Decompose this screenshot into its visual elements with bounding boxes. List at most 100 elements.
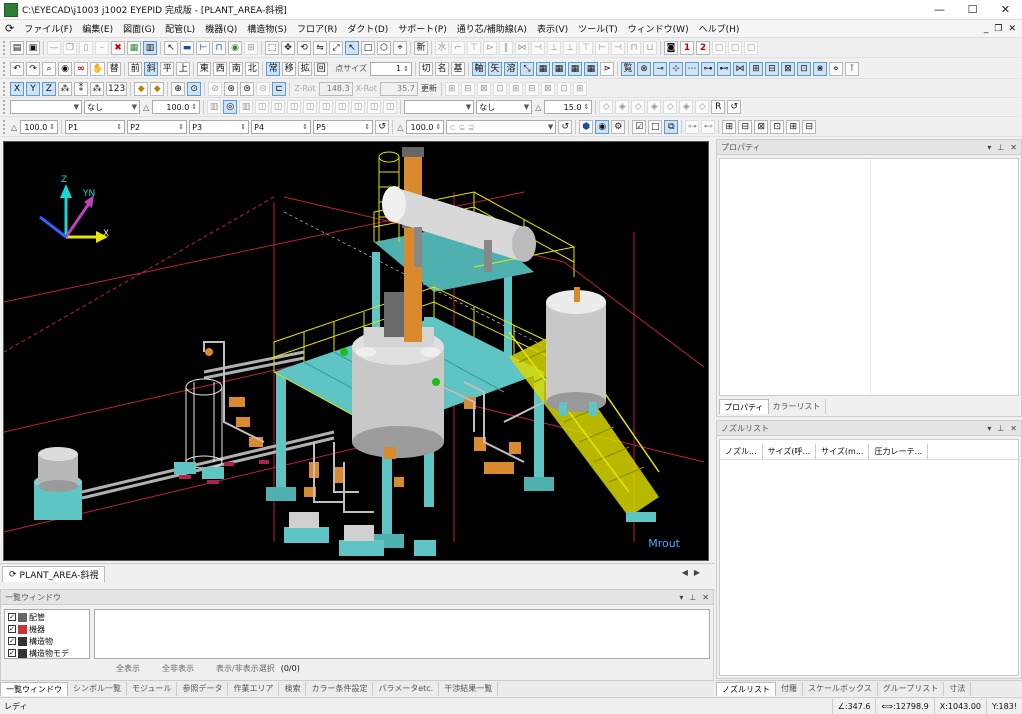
zrot-field[interactable]: 148.3 [318,81,353,96]
pipe-run-icon[interactable]: ⊢ [196,41,210,55]
tool-d-icon[interactable]: ⊟ [738,120,753,134]
marker-icon[interactable]: ⋗ [599,61,614,76]
checkbox[interactable]: ✓ [8,649,16,657]
tag-c-icon[interactable]: ⁂ [90,81,104,96]
toolbar-grip[interactable] [3,81,7,96]
nozzle-table[interactable]: ノズル... サイズ(呼... サイズ(m... 圧力レーテ... [719,439,1019,676]
tab-search[interactable]: 検索 [279,681,307,696]
cap-icon[interactable]: ⊣ [531,41,545,55]
scale2-spinner[interactable]: 100.0 ⇕ [406,120,445,134]
branch-icon[interactable]: ⊥ [547,41,561,55]
color-f-icon[interactable]: ◫ [287,100,302,114]
color-e-icon[interactable]: ◫ [271,100,286,114]
reducer-icon[interactable]: ⊳ [483,41,497,55]
panel-close-icon[interactable]: ✕ [1010,143,1017,152]
tool-a-icon[interactable]: ⊶ [685,120,700,134]
tab-next-icon[interactable]: ▶ [694,568,706,577]
tool-f-icon[interactable]: ⊡ [770,120,785,134]
tool-h-icon[interactable]: ⊟ [802,120,817,134]
tree-item-piping[interactable]: ✓ 配管 [8,611,86,623]
color-a-icon[interactable]: ▥ [207,100,222,114]
menu-duct[interactable]: ダクト(D) [342,22,393,35]
duct-icon[interactable]: ◉ [228,41,242,55]
element-list[interactable] [94,609,710,659]
dim-e-icon[interactable]: ▦ [583,61,598,76]
render-icon[interactable]: ◉ [595,120,610,134]
p3-field[interactable]: P3 ⇕ [189,120,250,134]
axis-x-icon[interactable]: X [10,81,24,96]
text-d-icon[interactable]: ◈ [647,100,662,114]
cut-button[interactable]: 切 [418,61,433,76]
annot-e-icon[interactable]: ⋯ [684,61,699,76]
tool-c-icon[interactable]: ⊞ [722,120,737,134]
tab-scale-box[interactable]: スケールボックス [803,681,878,696]
tree-item-structure-model[interactable]: ✓ 構造物モデ [8,647,86,658]
color-k-icon[interactable]: ◫ [367,100,382,114]
size-spinner[interactable]: 100.0 ⇕ [152,100,201,114]
base-button[interactable]: 基 [450,61,465,76]
tab-work-area[interactable]: 作業エリア [228,681,280,696]
support-a-icon[interactable]: ⊥ [563,41,577,55]
cursor-icon[interactable]: ⌖ [393,41,407,55]
move-mode-button[interactable]: 移 [282,61,297,76]
support-f-icon[interactable]: ⊔ [643,41,657,55]
select-arrow-icon[interactable]: ↖ [345,41,359,55]
redo-icon[interactable]: ↷ [26,61,40,76]
zoom-icon[interactable]: ⌕ [42,61,56,76]
tab-color-list[interactable]: カラーリスト [769,399,826,414]
p4-field[interactable]: P4 ⇕ [251,120,312,134]
checkbox[interactable]: ✓ [8,637,16,645]
annot-n-icon[interactable]: ⋄ [828,61,843,76]
box-3d-icon[interactable]: ⬡ [377,41,391,55]
dim-d-icon[interactable]: ▦ [567,61,582,76]
annot-d-icon[interactable]: ⊹ [668,61,683,76]
menu-file[interactable]: ファイル(F) [19,22,77,35]
annot-b-icon[interactable]: ⊗ [636,61,651,76]
panel-dropdown-icon[interactable]: ▾ [987,143,991,152]
axis-z-icon[interactable]: Z [42,81,56,96]
annot-o-icon[interactable]: ⊺ [844,61,859,76]
p5-field[interactable]: P5 ⇕ [313,120,374,134]
text-line-select[interactable]: なし ▼ [476,100,533,114]
axis-y-icon[interactable]: Y [26,81,40,96]
menu-structure[interactable]: 構造物(S) [242,22,292,35]
menu-piping[interactable]: 配管(L) [160,22,200,35]
p2-field[interactable]: P2 ⇕ [127,120,188,134]
new-icon[interactable]: 新 [414,41,428,55]
copy-icon[interactable]: ❐ [63,41,77,55]
color-l-icon[interactable]: ◫ [383,100,398,114]
measure-icon[interactable]: ⤢ [329,41,343,55]
menu-gridline[interactable]: 通り芯/補助線(A) [452,22,532,35]
tab-color-condition[interactable]: カラー条件設定 [306,681,374,696]
model-icon[interactable]: ⬢ [579,120,594,134]
view2-icon[interactable]: 2 [696,41,710,55]
toolbar-grip[interactable] [3,120,7,134]
column-nozzle[interactable]: ノズル... [720,444,763,459]
view-front-button[interactable]: 前 [128,61,143,76]
layout-g-icon[interactable]: ⊠ [540,81,555,96]
tool-e-icon[interactable]: ⊠ [754,120,769,134]
color-d-icon[interactable]: ◫ [255,100,270,114]
xrot-field[interactable]: 35.7 [379,81,418,96]
name-button[interactable]: 名 [434,61,449,76]
layout-i-icon[interactable]: ⊞ [572,81,587,96]
axis-button[interactable]: 軸 [471,61,486,76]
3d-viewport[interactable]: Z YN X Mrout [3,141,709,561]
panel-dropdown-icon[interactable]: ▾ [987,424,991,433]
annot-i-icon[interactable]: ⊞ [748,61,763,76]
column-pressure-rating[interactable]: 圧力レーテ... [869,444,929,459]
minimize-button[interactable]: — [923,0,956,19]
mdi-minimize-button[interactable]: _ [984,24,989,34]
window-icon[interactable]: ⧉ [664,120,679,134]
annot-a-icon[interactable]: 覧 [620,61,635,76]
number-icon[interactable]: 123 [106,81,128,96]
layout-b-icon[interactable]: ⊟ [460,81,475,96]
point-size-spinner[interactable]: 1 ⇕ [369,61,412,76]
annot-c-icon[interactable]: ⊸ [652,61,667,76]
support-e-icon[interactable]: ⊓ [627,41,641,55]
u-turn-icon[interactable]: ↺ [375,120,390,134]
menu-edit[interactable]: 編集(E) [77,22,118,35]
save-icon[interactable]: ▣ [26,41,40,55]
flange-icon[interactable]: ‖ [499,41,513,55]
delete-icon[interactable]: ✖ [111,41,125,55]
